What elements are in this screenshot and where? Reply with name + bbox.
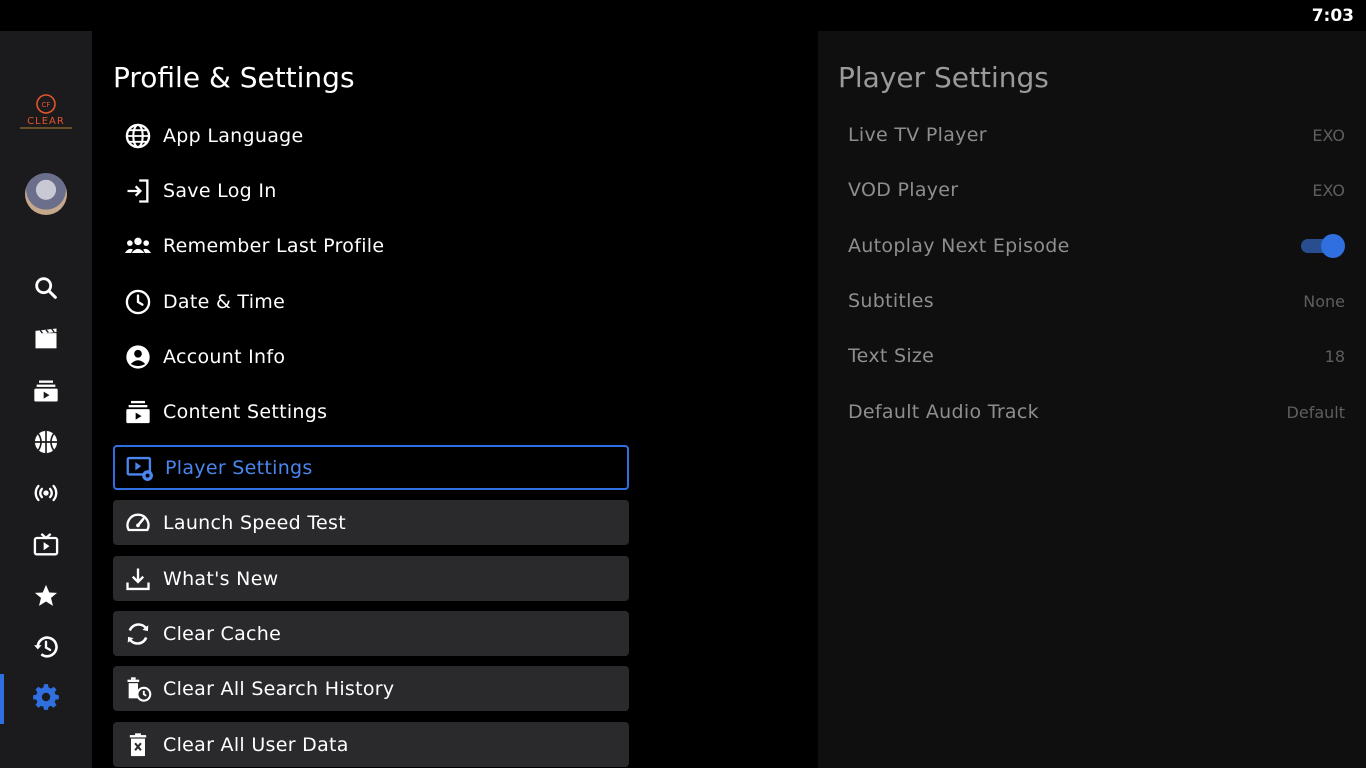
menu-item-player-settings[interactable]: Player Settings: [113, 445, 629, 490]
panel-title: Player Settings: [838, 61, 1049, 94]
setting-label: Autoplay Next Episode: [848, 235, 1070, 257]
menu-item-label: Account Info: [163, 345, 286, 368]
menu-item-clear-search-history[interactable]: Clear All Search History: [113, 666, 629, 711]
menu-item-content-settings[interactable]: Content Settings: [113, 389, 629, 434]
delete-history-icon: [123, 674, 153, 704]
menu-item-app-language[interactable]: App Language: [113, 113, 629, 158]
account-icon: [123, 342, 153, 372]
live-tv-icon[interactable]: [0, 522, 92, 568]
setting-value: EXO: [1312, 125, 1345, 145]
login-icon: [123, 176, 153, 206]
setting-text-size[interactable]: Text Size 18: [848, 336, 1345, 376]
menu-item-label: Date & Time: [163, 290, 286, 313]
settings-icon[interactable]: [0, 674, 92, 724]
menu-item-date-time[interactable]: Date & Time: [113, 279, 629, 324]
setting-autoplay-next-episode[interactable]: Autoplay Next Episode: [848, 226, 1345, 266]
setting-value: Default: [1286, 402, 1345, 422]
svg-text:CF: CF: [42, 101, 51, 109]
movies-icon[interactable]: [0, 316, 92, 362]
settings-menu-panel: Profile & Settings App Language Save Log…: [92, 31, 818, 768]
setting-label: Text Size: [848, 345, 935, 367]
group-icon: [123, 231, 153, 261]
content-icon: [123, 397, 153, 427]
menu-item-save-log-in[interactable]: Save Log In: [113, 168, 629, 213]
menu-item-label: Clear All Search History: [163, 677, 395, 700]
setting-vod-player[interactable]: VOD Player EXO: [848, 170, 1345, 210]
menu-item-label: Launch Speed Test: [163, 511, 346, 534]
setting-default-audio-track[interactable]: Default Audio Track Default: [848, 392, 1345, 432]
setting-live-tv-player[interactable]: Live TV Player EXO: [848, 115, 1345, 155]
player-settings-panel: Player Settings Live TV Player EXO VOD P…: [818, 31, 1366, 768]
globe-icon: [123, 121, 153, 151]
avatar[interactable]: [25, 173, 67, 215]
setting-value: 18: [1324, 346, 1345, 366]
menu-item-label: Remember Last Profile: [163, 234, 385, 257]
status-bar: 7:03: [0, 0, 1366, 31]
menu-item-label: Clear All User Data: [163, 733, 349, 756]
menu-item-clear-user-data[interactable]: Clear All User Data: [113, 722, 629, 767]
favorites-icon[interactable]: [0, 573, 92, 619]
app-logo: CF CLEAR: [18, 93, 74, 133]
clock-icon: [123, 287, 153, 317]
menu-item-label: What's New: [163, 567, 279, 590]
setting-subtitles[interactable]: Subtitles None: [848, 281, 1345, 321]
clock: 7:03: [1311, 6, 1354, 26]
nav-rail: CF CLEAR: [0, 31, 92, 768]
download-icon: [123, 564, 153, 594]
setting-value: None: [1303, 291, 1345, 311]
menu-item-whats-new[interactable]: What's New: [113, 556, 629, 601]
page-title: Profile & Settings: [113, 61, 355, 94]
broadcast-icon[interactable]: [0, 470, 92, 516]
menu-item-launch-speed-test[interactable]: Launch Speed Test: [113, 500, 629, 545]
menu-item-label: Content Settings: [163, 400, 328, 423]
setting-label: Subtitles: [848, 290, 934, 312]
menu-item-clear-cache[interactable]: Clear Cache: [113, 611, 629, 656]
menu-item-account-info[interactable]: Account Info: [113, 334, 629, 379]
sports-icon[interactable]: [0, 419, 92, 465]
menu-item-label: Save Log In: [163, 179, 277, 202]
menu-item-label: App Language: [163, 124, 304, 147]
setting-value: EXO: [1312, 180, 1345, 200]
menu-item-label: Player Settings: [165, 456, 313, 479]
speedometer-icon: [123, 508, 153, 538]
player-settings-icon: [125, 453, 155, 483]
delete-data-icon: [123, 730, 153, 760]
autoplay-toggle[interactable]: [1301, 234, 1345, 258]
logo-wordmark: CLEAR: [27, 116, 65, 127]
series-icon[interactable]: [0, 368, 92, 414]
history-icon[interactable]: [0, 624, 92, 670]
menu-item-label: Clear Cache: [163, 622, 282, 645]
setting-label: Default Audio Track: [848, 401, 1039, 423]
setting-label: Live TV Player: [848, 124, 987, 146]
menu-item-remember-last-profile[interactable]: Remember Last Profile: [113, 223, 629, 268]
refresh-icon: [123, 619, 153, 649]
setting-label: VOD Player: [848, 179, 959, 201]
toggle-knob: [1321, 234, 1345, 258]
search-icon[interactable]: [0, 265, 92, 311]
